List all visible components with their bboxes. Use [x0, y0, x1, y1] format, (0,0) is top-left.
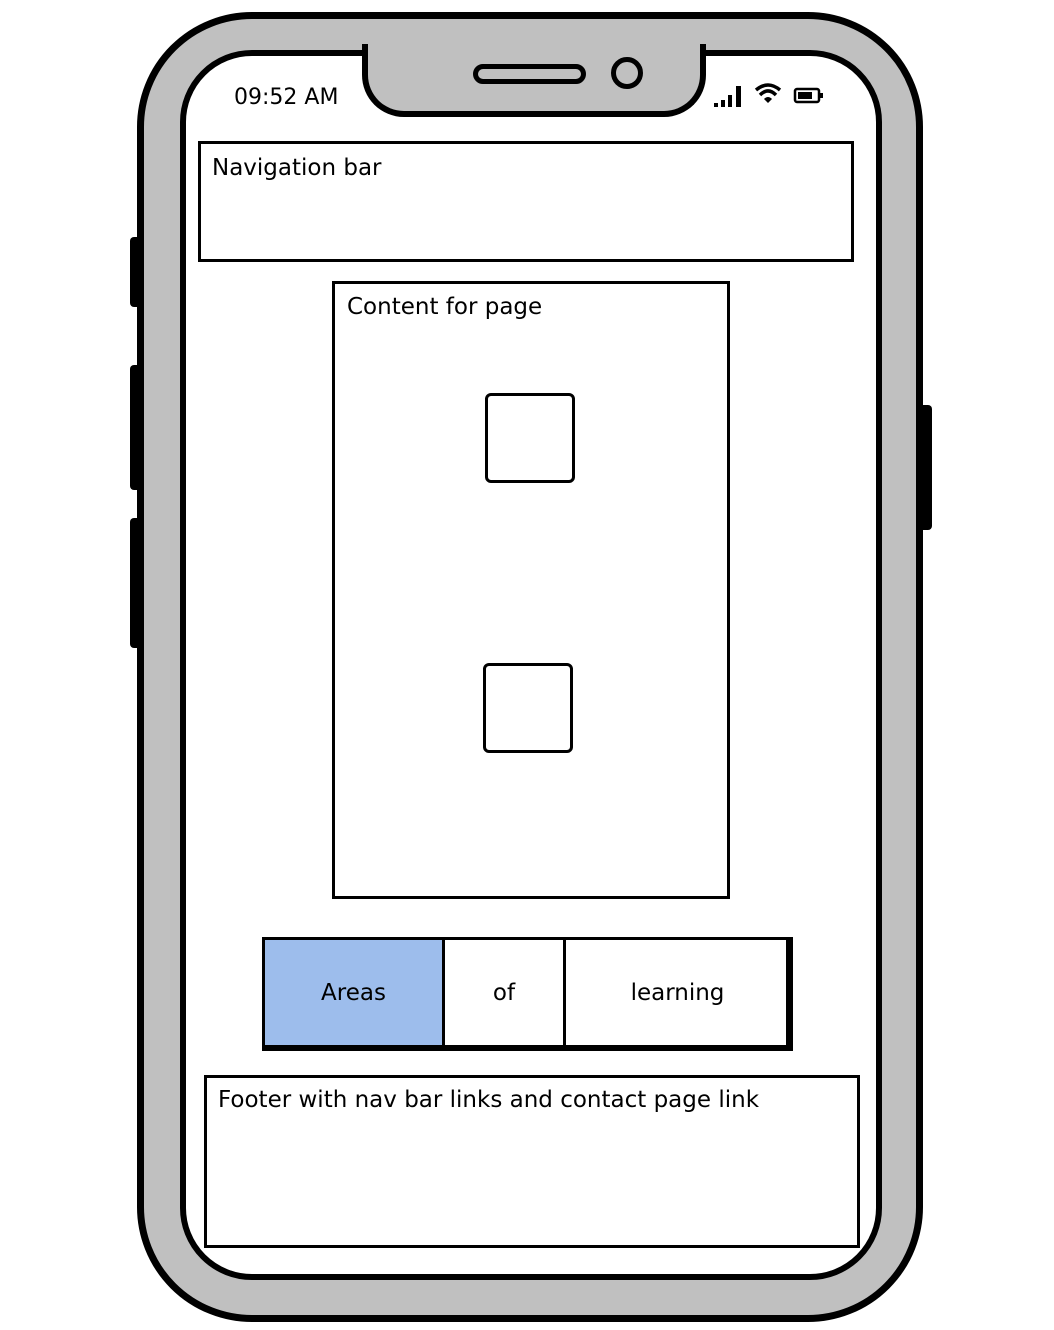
- tab-of-label: of: [492, 979, 516, 1006]
- tab-bar: Areas of learning: [262, 937, 793, 1051]
- speaker-icon: [473, 64, 586, 84]
- navigation-bar-label: Navigation bar: [212, 155, 382, 181]
- page-content-label: Content for page: [347, 294, 543, 320]
- wifi-icon: [754, 83, 782, 103]
- tab-areas[interactable]: Areas: [265, 940, 445, 1045]
- content-placeholder-1: [485, 393, 575, 483]
- tab-learning-label: learning: [630, 979, 725, 1006]
- tab-areas-label: Areas: [321, 979, 386, 1006]
- status-time: 09:52 AM: [234, 85, 339, 110]
- content-placeholder-2: [483, 663, 573, 753]
- footer: Footer with nav bar links and contact pa…: [204, 1075, 860, 1248]
- signal-icon: [714, 86, 741, 107]
- navigation-bar: Navigation bar: [198, 141, 854, 262]
- battery-icon: [793, 87, 823, 104]
- tab-of[interactable]: of: [445, 940, 566, 1045]
- page-content: Content for page: [332, 281, 730, 899]
- tab-learning[interactable]: learning: [566, 940, 789, 1045]
- camera-icon: [611, 57, 643, 89]
- footer-label: Footer with nav bar links and contact pa…: [218, 1087, 760, 1113]
